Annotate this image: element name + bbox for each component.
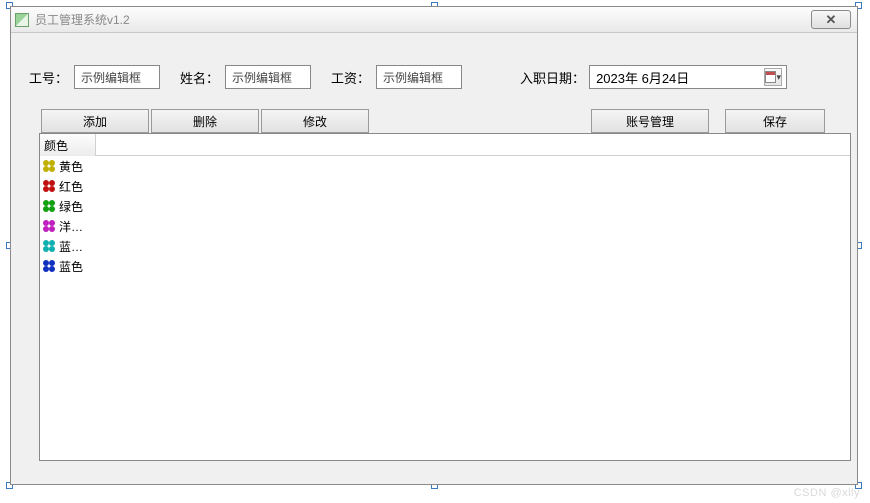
list-item-label: 洋… [59,218,95,235]
toolbar: 添加 删除 修改 账号管理 保存 [41,109,827,135]
list-item-label: 绿色 [59,198,95,215]
color-icon [42,239,56,253]
list-item[interactable]: 蓝… [40,236,850,256]
list-item[interactable]: 蓝色 [40,256,850,276]
list-item-label: 黄色 [59,158,95,175]
salary-input[interactable] [376,65,462,89]
list-item[interactable]: 绿色 [40,196,850,216]
close-icon: ✕ [826,12,837,28]
id-input[interactable] [74,65,160,89]
listview-header: 颜色 [40,134,850,156]
form-row: 工号： 姓名： 工资： 入职日期： 2023年 6月24日 ▾ [29,61,839,93]
delete-button[interactable]: 删除 [151,109,259,133]
close-button[interactable]: ✕ [811,10,851,29]
client-area: 工号： 姓名： 工资： 入职日期： 2023年 6月24日 ▾ 添加 删除 修改… [11,33,857,484]
date-value: 2023年 6月24日 [596,68,764,87]
list-item[interactable]: 红色 [40,176,850,196]
calendar-icon [765,71,775,83]
color-listview[interactable]: 颜色 黄色红色绿色洋… 蓝… 蓝色 [39,133,851,461]
date-label: 入职日期： [520,68,585,87]
chevron-down-icon: ▾ [777,72,782,83]
list-item[interactable]: 洋… [40,216,850,236]
date-picker[interactable]: 2023年 6月24日 ▾ [589,65,787,89]
salary-label: 工资： [331,68,370,87]
color-icon [42,199,56,213]
add-button[interactable]: 添加 [41,109,149,133]
modify-button[interactable]: 修改 [261,109,369,133]
window-title: 员工管理系统v1.2 [35,11,130,28]
name-input[interactable] [225,65,311,89]
list-item-label: 蓝… [59,238,95,255]
column-header-color[interactable]: 颜色 [40,134,96,156]
watermark: CSDN @xlly [794,487,860,499]
date-dropdown-button[interactable]: ▾ [764,68,782,86]
app-window: 员工管理系统v1.2 ✕ 工号： 姓名： 工资： 入职日期： 2023年 6月2… [10,6,858,485]
save-button[interactable]: 保存 [725,109,825,133]
list-item-label: 红色 [59,178,95,195]
color-icon [42,179,56,193]
list-item[interactable]: 黄色 [40,156,850,176]
titlebar: 员工管理系统v1.2 ✕ [11,7,857,33]
color-icon [42,259,56,273]
color-icon [42,219,56,233]
name-label: 姓名： [180,68,219,87]
app-icon [15,13,29,27]
id-label: 工号： [29,68,68,87]
list-item-label: 蓝色 [59,258,95,275]
account-manage-button[interactable]: 账号管理 [591,109,709,133]
color-icon [42,159,56,173]
